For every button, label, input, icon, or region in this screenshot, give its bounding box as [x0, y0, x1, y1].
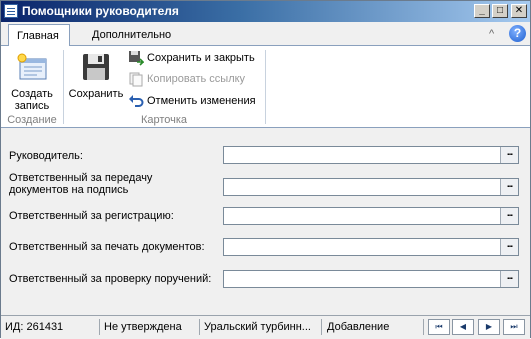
printing-lookup-button[interactable]: ...: [500, 239, 518, 255]
window-title: Помощники руководителя: [22, 4, 179, 18]
group-label-card: Карточка: [140, 114, 188, 126]
copy-link-label: Копировать ссылку: [147, 73, 246, 85]
last-record-button[interactable]: ⏭: [503, 319, 525, 335]
status-divider: [321, 319, 322, 335]
group-divider: [265, 50, 266, 124]
save-close-label: Сохранить и закрыть: [147, 52, 255, 64]
printing-label: Ответственный за печать документов:: [9, 241, 205, 253]
new-record-icon: [17, 53, 47, 80]
close-button[interactable]: ✕: [511, 4, 527, 18]
manager-input[interactable]: [224, 147, 498, 163]
manager-field[interactable]: ...: [223, 146, 519, 164]
ribbon-panel: Создать запись Создание Сохранить Сохран…: [1, 46, 530, 128]
create-record-button[interactable]: Создать запись: [5, 50, 59, 112]
main-window: Помощники руководителя _ □ ✕ Главная Доп…: [0, 0, 531, 339]
status-bar: ИД: 261431 Не утверждена Уральский турби…: [1, 315, 530, 338]
signing-transfer-input[interactable]: [224, 179, 498, 195]
status-divider: [199, 319, 200, 335]
signing-transfer-label: Ответственный за передачу документов на …: [9, 172, 153, 196]
registration-label: Ответственный за регистрацию:: [9, 210, 174, 222]
record-id: ИД: 261431: [5, 321, 64, 333]
tab-main[interactable]: Главная: [8, 24, 70, 47]
title-bar[interactable]: Помощники руководителя _ □ ✕: [1, 1, 530, 22]
signing-transfer-field[interactable]: ...: [223, 178, 519, 196]
create-record-label: Создать запись: [11, 88, 53, 112]
save-button[interactable]: Сохранить: [67, 50, 125, 100]
maximize-button[interactable]: □: [492, 4, 508, 18]
ribbon-tabstrip: Главная Дополнительно: [1, 22, 530, 47]
save-close-icon: [128, 50, 145, 66]
task-check-input[interactable]: [224, 271, 498, 287]
registration-lookup-button[interactable]: ...: [500, 208, 518, 224]
previous-record-button[interactable]: ◀: [452, 319, 474, 335]
undo-icon: [128, 93, 144, 109]
registration-field[interactable]: ...: [223, 207, 519, 225]
registration-input[interactable]: [224, 208, 498, 224]
app-icon: [4, 4, 18, 18]
ribbon-collapse-icon[interactable]: ^: [489, 28, 494, 40]
ribbon-group-card: Сохранить Сохранить и закрыть Копировать…: [64, 46, 264, 128]
task-check-field[interactable]: ...: [223, 270, 519, 288]
save-and-close-button[interactable]: Сохранить и закрыть: [128, 49, 255, 67]
tab-additional[interactable]: Дополнительно: [84, 24, 179, 47]
manager-lookup-button[interactable]: ...: [500, 147, 518, 163]
minimize-button[interactable]: _: [474, 4, 490, 18]
status-divider: [99, 319, 100, 335]
printing-input[interactable]: [224, 239, 498, 255]
task-check-label: Ответственный за проверку поручений:: [9, 273, 212, 285]
help-icon[interactable]: ?: [509, 25, 526, 42]
floppy-disk-icon: [83, 54, 109, 80]
cancel-changes-button[interactable]: Отменить изменения: [128, 92, 256, 110]
form-area: Руководитель: ... Ответственный за перед…: [1, 129, 530, 339]
edit-mode: Добавление: [327, 321, 390, 333]
printing-field[interactable]: ...: [223, 238, 519, 256]
next-record-button[interactable]: ▶: [478, 319, 500, 335]
copy-link-icon: [128, 71, 144, 87]
ribbon-group-create: Создать запись Создание: [1, 46, 63, 128]
cancel-changes-label: Отменить изменения: [147, 95, 256, 107]
first-record-button[interactable]: ⏮: [428, 319, 450, 335]
organization-name: Уральский турбинн...: [204, 321, 311, 333]
task-check-lookup-button[interactable]: ...: [500, 271, 518, 287]
manager-label: Руководитель:: [9, 150, 83, 162]
save-label: Сохранить: [68, 88, 124, 100]
approval-status: Не утверждена: [104, 321, 182, 333]
group-label-create: Создание: [7, 114, 57, 126]
copy-link-button[interactable]: Копировать ссылку: [128, 70, 245, 88]
status-divider: [423, 319, 424, 335]
signing-transfer-lookup-button[interactable]: ...: [500, 179, 518, 195]
